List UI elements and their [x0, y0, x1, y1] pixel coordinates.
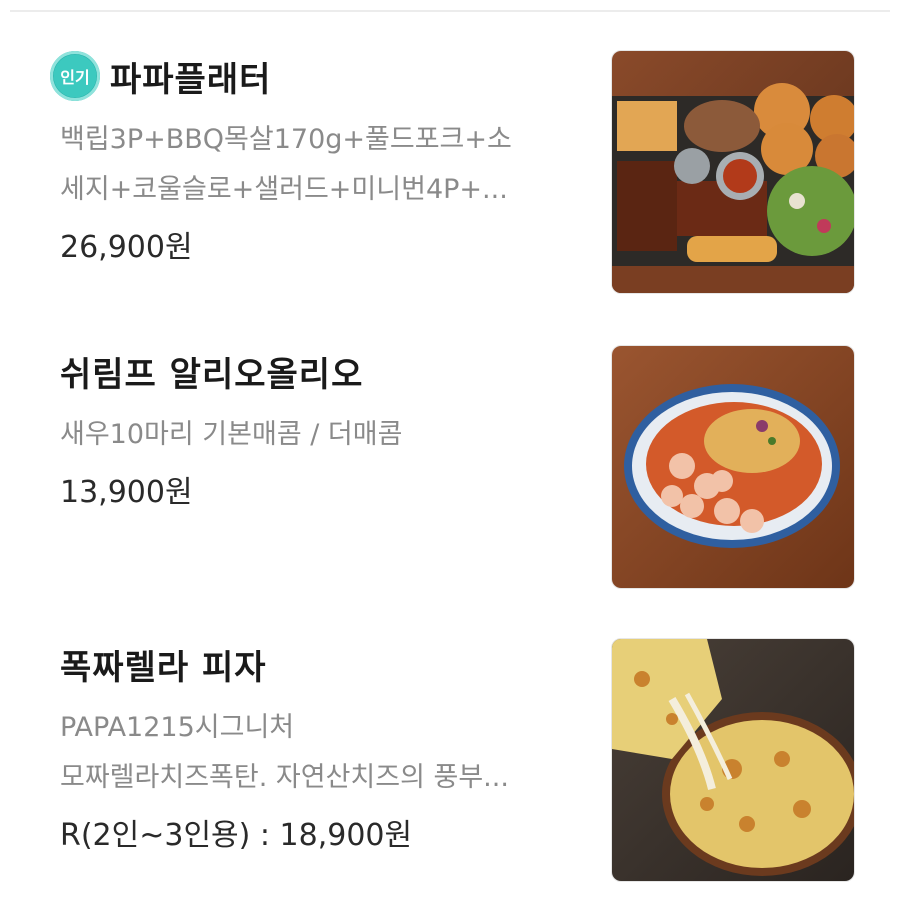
menu-item-title: 쉬림프 알리오올리오	[60, 354, 364, 395]
shrimp-pasta-photo[interactable]	[611, 345, 855, 589]
menu-item-description-line-2: 모짜렐라치즈폭탄. 자연산치즈의 풍부...	[60, 762, 509, 793]
title-row: 인기 파파플래터	[50, 45, 600, 107]
menu-item-info: 폭짜렐라 피자 PAPA1215시그니처 모짜렐라치즈폭탄. 자연산치즈의 풍부…	[60, 633, 600, 861]
pizza-photo-image	[612, 639, 854, 881]
top-divider	[10, 10, 890, 12]
menu-item-info: 쉬림프 알리오올리오 새우10마리 기본매콤 / 더매콤 13,900원	[60, 340, 600, 518]
menu-item-description-line-1: PAPA1215시그니처	[60, 712, 295, 743]
title-row: 폭짜렐라 피자	[60, 633, 600, 695]
title-row: 쉬림프 알리오올리오	[60, 340, 600, 402]
menu-item-papa-platter[interactable]: 인기 파파플래터 백립3P+BBQ목살170g+풀드포크+소 세지+코울슬로+샐…	[0, 45, 900, 295]
menu-item-description-line-1: 새우10마리 기본매콤 / 더매콤	[60, 419, 403, 450]
menu-item-info: 인기 파파플래터 백립3P+BBQ목살170g+풀드포크+소 세지+코울슬로+샐…	[50, 45, 600, 273]
menu-item-description-line-2: 세지+코울슬로+샐러드+미니번4P+...	[60, 174, 508, 205]
menu-item-price: R(2인~3인용) : 18,900원	[60, 818, 413, 853]
platter-photo-image	[612, 51, 854, 293]
pizza-photo[interactable]	[611, 638, 855, 882]
popular-badge: 인기	[50, 51, 100, 101]
menu-item-price: 13,900원	[60, 475, 193, 510]
shrimp-pasta-photo-image	[612, 346, 854, 588]
menu-item-shrimp-aglio-olio[interactable]: 쉬림프 알리오올리오 새우10마리 기본매콤 / 더매콤 13,900원	[0, 340, 900, 590]
menu-item-price: 26,900원	[60, 230, 193, 265]
menu-item-title: 파파플래터	[110, 59, 272, 100]
menu-item-description-line-1: 백립3P+BBQ목살170g+풀드포크+소	[60, 124, 512, 155]
menu-item-title: 폭짜렐라 피자	[60, 647, 267, 688]
menu-item-mozzarella-bomb-pizza[interactable]: 폭짜렐라 피자 PAPA1215시그니처 모짜렐라치즈폭탄. 자연산치즈의 풍부…	[0, 633, 900, 883]
platter-photo[interactable]	[611, 50, 855, 294]
